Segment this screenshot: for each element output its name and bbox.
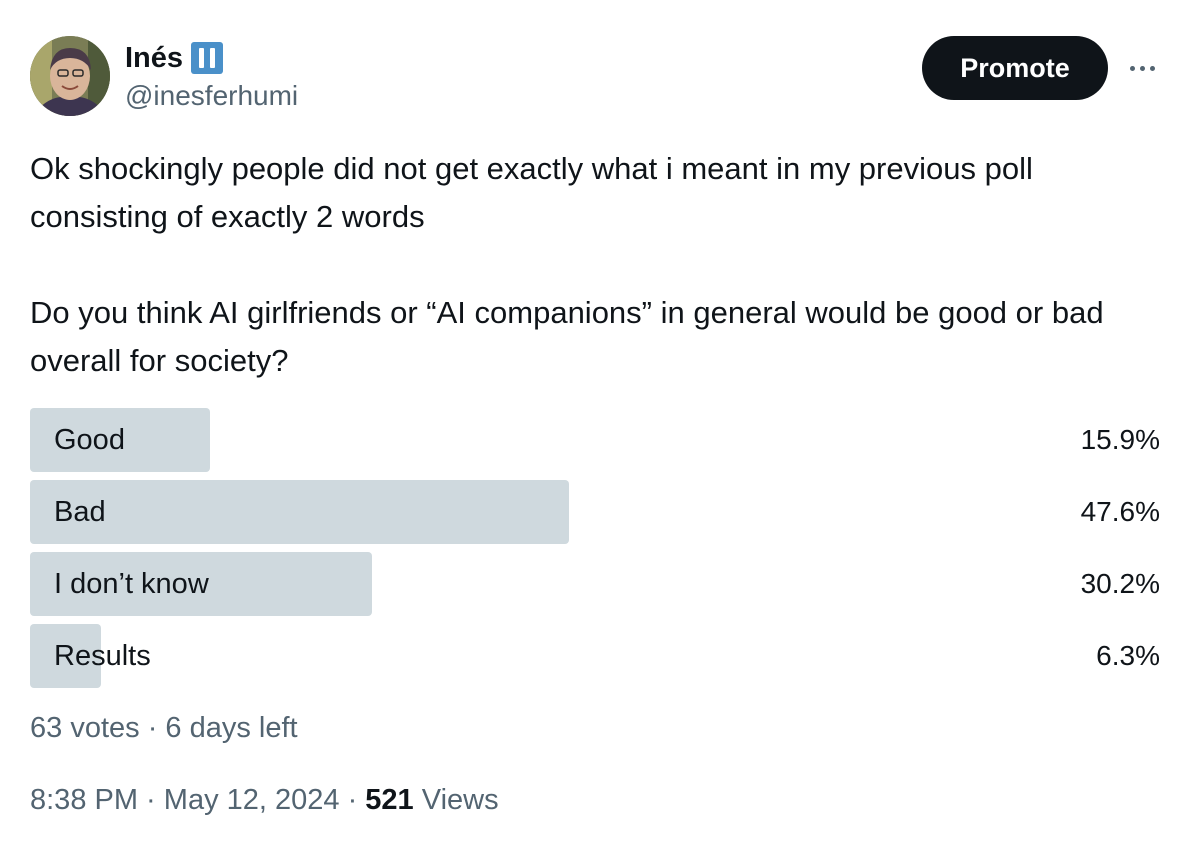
tweet-paragraph: Ok shockingly people did not get exactly… (30, 151, 1033, 234)
poll-option-label: Good (54, 424, 125, 456)
avatar[interactable] (30, 36, 110, 116)
dot (1129, 65, 1135, 71)
poll-option-percent: 47.6% (1080, 496, 1160, 527)
dot (1139, 65, 1145, 71)
tweet-date[interactable]: May 12, 2024 (164, 784, 340, 816)
tweet-header: Inés @inesferhumi Promote (30, 36, 1160, 118)
poll: Good 15.9% Bad 47.6% I don’t know 30.2% … (30, 408, 1160, 696)
separator: · (138, 784, 164, 816)
poll-option: Results 6.3% (30, 624, 1160, 688)
display-name[interactable]: Inés (125, 42, 183, 75)
poll-option-label: Results (54, 640, 151, 672)
name-row: Inés (125, 40, 298, 76)
poll-option-percent: 6.3% (1096, 640, 1160, 671)
views-count[interactable]: 521 (365, 784, 413, 816)
poll-option-label: I don’t know (54, 568, 209, 600)
avatar-image (30, 36, 110, 116)
poll-result-bar (30, 480, 569, 544)
separator: · (339, 784, 366, 816)
poll-votes: 63 votes (30, 712, 140, 744)
separator: · (139, 712, 166, 744)
dot (1149, 65, 1155, 71)
poll-option-percent: 30.2% (1080, 568, 1160, 599)
tweet-time[interactable]: 8:38 PM (30, 784, 138, 816)
author-handle[interactable]: @inesferhumi (125, 80, 298, 112)
views-label: Views (413, 784, 499, 816)
author-block: Inés @inesferhumi (125, 40, 298, 112)
badge-bar (199, 48, 205, 68)
poll-option: I don’t know 30.2% (30, 552, 1160, 616)
tweet-footer: 8:38 PM · May 12, 2024 · 521 Views (30, 784, 499, 817)
poll-option: Good 15.9% (30, 408, 1160, 472)
poll-meta: 63 votes · 6 days left (30, 712, 298, 745)
pause-badge-icon (191, 42, 224, 74)
poll-option-label: Bad (54, 496, 106, 528)
more-horizontal-icon[interactable] (1124, 56, 1160, 80)
tweet-paragraph: Do you think AI girlfriends or “AI compa… (30, 295, 1104, 378)
poll-option: Bad 47.6% (30, 480, 1160, 544)
poll-time-left: 6 days left (165, 712, 298, 744)
badge-bar (210, 48, 216, 68)
promote-button[interactable]: Promote (922, 36, 1108, 100)
poll-option-percent: 15.9% (1080, 424, 1160, 455)
tweet-text: Ok shockingly people did not get exactly… (30, 145, 1160, 385)
